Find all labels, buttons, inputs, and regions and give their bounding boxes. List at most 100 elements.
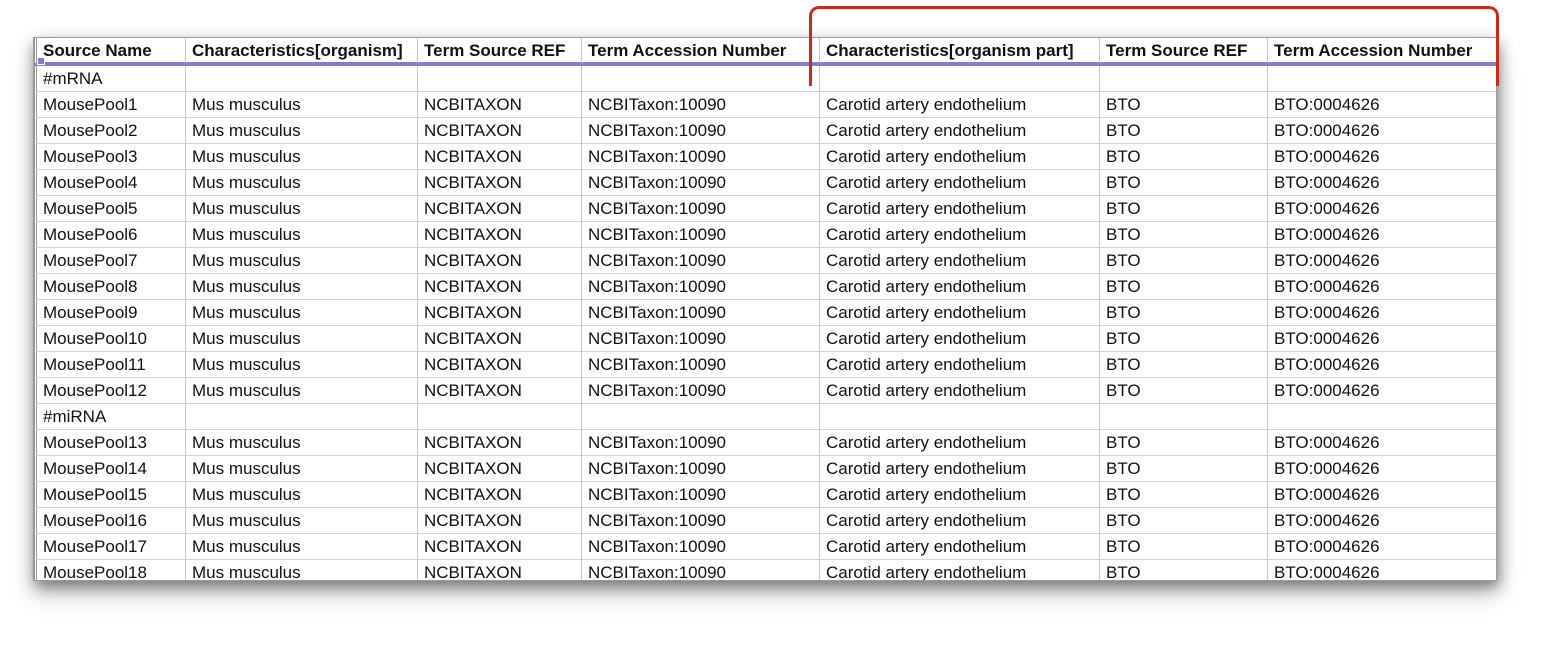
- table-cell[interactable]: NCBITAXON: [418, 196, 582, 222]
- table-cell[interactable]: [1100, 404, 1268, 430]
- table-cell[interactable]: BTO:0004626: [1268, 378, 1496, 404]
- table-cell[interactable]: NCBITaxon:10090: [582, 170, 820, 196]
- table-cell[interactable]: NCBITaxon:10090: [582, 560, 820, 580]
- table-cell[interactable]: BTO:0004626: [1268, 170, 1496, 196]
- table-cell[interactable]: NCBITAXON: [418, 118, 582, 144]
- table-cell[interactable]: NCBITaxon:10090: [582, 300, 820, 326]
- table-cell[interactable]: NCBITAXON: [418, 508, 582, 534]
- table-cell[interactable]: [820, 66, 1100, 92]
- table-cell[interactable]: BTO: [1100, 430, 1268, 456]
- table-cell[interactable]: BTO:0004626: [1268, 482, 1496, 508]
- column-header[interactable]: Term Accession Number: [582, 38, 820, 64]
- table-cell[interactable]: NCBITaxon:10090: [582, 92, 820, 118]
- column-header[interactable]: Characteristics[organism part]: [820, 38, 1100, 64]
- table-cell[interactable]: NCBITaxon:10090: [582, 378, 820, 404]
- table-cell[interactable]: NCBITaxon:10090: [582, 508, 820, 534]
- table-cell[interactable]: NCBITaxon:10090: [582, 352, 820, 378]
- table-cell[interactable]: NCBITAXON: [418, 222, 582, 248]
- table-cell[interactable]: BTO: [1100, 378, 1268, 404]
- table-cell[interactable]: MousePool11: [34, 352, 186, 378]
- table-cell[interactable]: NCBITAXON: [418, 248, 582, 274]
- table-cell[interactable]: Mus musculus: [186, 248, 418, 274]
- table-cell[interactable]: NCBITaxon:10090: [582, 248, 820, 274]
- column-header[interactable]: Term Accession Number: [1268, 38, 1496, 64]
- table-cell[interactable]: #miRNA: [34, 404, 186, 430]
- table-cell[interactable]: BTO: [1100, 118, 1268, 144]
- table-cell[interactable]: BTO: [1100, 534, 1268, 560]
- table-cell[interactable]: MousePool4: [34, 170, 186, 196]
- table-cell[interactable]: NCBITAXON: [418, 170, 582, 196]
- table-cell[interactable]: NCBITAXON: [418, 482, 582, 508]
- table-cell[interactable]: NCBITaxon:10090: [582, 456, 820, 482]
- table-cell[interactable]: Carotid artery endothelium: [820, 326, 1100, 352]
- table-cell[interactable]: Carotid artery endothelium: [820, 534, 1100, 560]
- table-cell[interactable]: BTO:0004626: [1268, 222, 1496, 248]
- table-cell[interactable]: [820, 404, 1100, 430]
- table-cell[interactable]: NCBITaxon:10090: [582, 196, 820, 222]
- table-cell[interactable]: MousePool17: [34, 534, 186, 560]
- table-cell[interactable]: BTO:0004626: [1268, 560, 1496, 580]
- table-cell[interactable]: MousePool3: [34, 144, 186, 170]
- table-cell[interactable]: Mus musculus: [186, 430, 418, 456]
- table-cell[interactable]: BTO: [1100, 508, 1268, 534]
- table-cell[interactable]: Carotid artery endothelium: [820, 430, 1100, 456]
- table-cell[interactable]: MousePool14: [34, 456, 186, 482]
- table-cell[interactable]: MousePool12: [34, 378, 186, 404]
- table-cell[interactable]: Mus musculus: [186, 300, 418, 326]
- table-cell[interactable]: Carotid artery endothelium: [820, 248, 1100, 274]
- selection-handle[interactable]: [37, 57, 45, 65]
- table-cell[interactable]: BTO:0004626: [1268, 456, 1496, 482]
- table-cell[interactable]: Mus musculus: [186, 352, 418, 378]
- table-cell[interactable]: Mus musculus: [186, 378, 418, 404]
- table-cell[interactable]: BTO: [1100, 274, 1268, 300]
- table-cell[interactable]: NCBITAXON: [418, 352, 582, 378]
- table-cell[interactable]: Carotid artery endothelium: [820, 378, 1100, 404]
- table-cell[interactable]: Carotid artery endothelium: [820, 144, 1100, 170]
- table-cell[interactable]: NCBITaxon:10090: [582, 482, 820, 508]
- table-cell[interactable]: NCBITAXON: [418, 92, 582, 118]
- column-header[interactable]: Characteristics[organism]: [186, 38, 418, 64]
- table-cell[interactable]: NCBITaxon:10090: [582, 534, 820, 560]
- table-cell[interactable]: Mus musculus: [186, 456, 418, 482]
- table-cell[interactable]: MousePool6: [34, 222, 186, 248]
- table-cell[interactable]: NCBITaxon:10090: [582, 144, 820, 170]
- table-cell[interactable]: Carotid artery endothelium: [820, 456, 1100, 482]
- table-cell[interactable]: Mus musculus: [186, 326, 418, 352]
- table-cell[interactable]: MousePool16: [34, 508, 186, 534]
- table-cell[interactable]: MousePool9: [34, 300, 186, 326]
- table-cell[interactable]: NCBITAXON: [418, 326, 582, 352]
- table-cell[interactable]: MousePool18: [34, 560, 186, 580]
- table-cell[interactable]: BTO: [1100, 560, 1268, 580]
- table-cell[interactable]: Mus musculus: [186, 222, 418, 248]
- table-cell[interactable]: MousePool8: [34, 274, 186, 300]
- table-cell[interactable]: NCBITaxon:10090: [582, 430, 820, 456]
- table-cell[interactable]: Carotid artery endothelium: [820, 118, 1100, 144]
- table-cell[interactable]: NCBITAXON: [418, 300, 582, 326]
- table-cell[interactable]: BTO: [1100, 482, 1268, 508]
- table-cell[interactable]: Carotid artery endothelium: [820, 300, 1100, 326]
- table-cell[interactable]: BTO:0004626: [1268, 274, 1496, 300]
- table-cell[interactable]: NCBITAXON: [418, 378, 582, 404]
- table-cell[interactable]: NCBITaxon:10090: [582, 222, 820, 248]
- table-cell[interactable]: Carotid artery endothelium: [820, 482, 1100, 508]
- table-cell[interactable]: NCBITaxon:10090: [582, 118, 820, 144]
- table-cell[interactable]: [418, 66, 582, 92]
- table-cell[interactable]: BTO:0004626: [1268, 196, 1496, 222]
- table-cell[interactable]: Carotid artery endothelium: [820, 560, 1100, 580]
- table-cell[interactable]: BTO: [1100, 352, 1268, 378]
- table-cell[interactable]: Mus musculus: [186, 118, 418, 144]
- table-cell[interactable]: Carotid artery endothelium: [820, 170, 1100, 196]
- table-cell[interactable]: BTO:0004626: [1268, 508, 1496, 534]
- table-cell[interactable]: NCBITAXON: [418, 430, 582, 456]
- table-cell[interactable]: BTO: [1100, 222, 1268, 248]
- table-cell[interactable]: NCBITAXON: [418, 274, 582, 300]
- table-cell[interactable]: Mus musculus: [186, 274, 418, 300]
- table-cell[interactable]: Mus musculus: [186, 482, 418, 508]
- table-cell[interactable]: [582, 66, 820, 92]
- table-cell[interactable]: [186, 66, 418, 92]
- table-cell[interactable]: MousePool15: [34, 482, 186, 508]
- table-cell[interactable]: BTO:0004626: [1268, 326, 1496, 352]
- column-header[interactable]: Term Source REF: [1100, 38, 1268, 64]
- table-cell[interactable]: BTO: [1100, 92, 1268, 118]
- column-header[interactable]: Term Source REF: [418, 38, 582, 64]
